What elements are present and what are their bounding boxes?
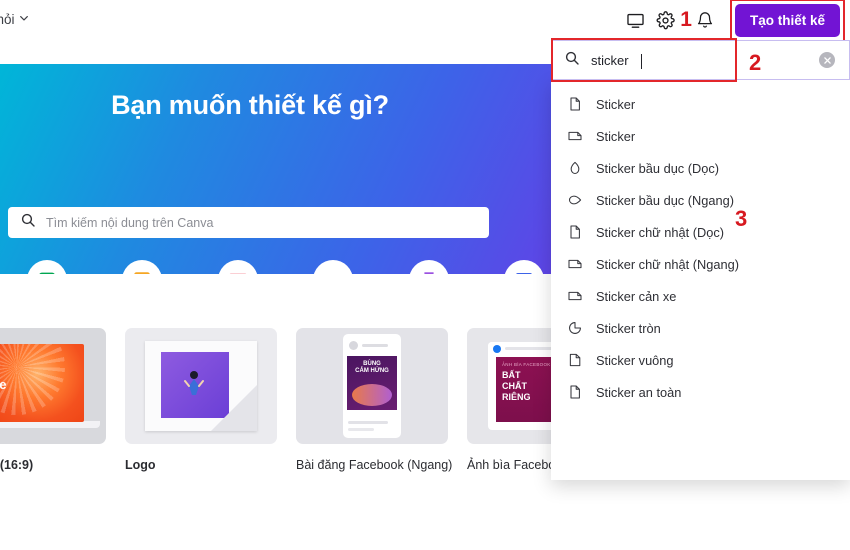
suggestion-label: Sticker	[596, 128, 636, 144]
page-portrait-icon	[566, 352, 583, 369]
oval-vertical-icon	[566, 160, 583, 177]
bell-icon[interactable]	[690, 5, 720, 35]
annotation-1: 1	[680, 7, 692, 31]
suggestion-item[interactable]: Sticker tròn	[551, 312, 850, 344]
facebook-post-thumb: BÙNG CẢM HỨNG	[296, 328, 448, 444]
oval-horizontal-icon	[566, 192, 583, 209]
template-card[interactable]: esenth ease ết trình (16:9)	[0, 328, 106, 472]
suggestion-label: Sticker an toàn	[596, 384, 682, 400]
suggestion-item[interactable]: Sticker cản xe	[551, 280, 850, 312]
browser-icon	[503, 260, 544, 274]
suggestion-label: Sticker bầu dục (Dọc)	[596, 160, 720, 176]
page-landscape-icon	[566, 128, 583, 145]
chevron-down-icon	[19, 13, 28, 22]
header-actions: 1 Tạo thiết kế	[620, 0, 850, 42]
search-input[interactable]: sticker	[551, 40, 850, 80]
text-caret	[640, 53, 642, 69]
video-icon	[313, 260, 354, 274]
help-menu-label: c hỏi	[0, 12, 15, 27]
category-whiteboard[interactable]: Whiteboard	[8, 260, 86, 274]
category-print[interactable]: In ấn	[390, 260, 468, 274]
search-suggestion-list: Sticker Sticker Sticker bầu dục (Dọc) St…	[551, 80, 850, 480]
whiteboard-icon	[27, 260, 67, 274]
canva-homepage: c hỏi 1	[0, 0, 850, 550]
suggestion-item[interactable]: Sticker vuông	[551, 344, 850, 376]
hero-search-bar[interactable]: Tìm kiếm nội dung trên Canva	[8, 207, 489, 238]
page-landscape-icon	[566, 288, 583, 305]
gear-icon[interactable]	[650, 5, 680, 35]
search-icon	[564, 50, 580, 71]
category-social[interactable]: Mạng xã hội	[199, 260, 277, 274]
create-design-highlight: Tạo thiết kế	[729, 0, 845, 42]
category-presentation[interactable]: Thuyết trình	[103, 260, 181, 274]
suggestion-item[interactable]: Sticker an toàn	[551, 376, 850, 408]
heart-bubble-icon	[217, 260, 258, 274]
suggestion-item[interactable]: Sticker chữ nhật (Ngang)	[551, 248, 850, 280]
category-video[interactable]: Video	[294, 260, 372, 274]
template-card[interactable]: Logo	[125, 328, 277, 472]
suggestion-label: Sticker chữ nhật (Ngang)	[596, 256, 739, 272]
page-landscape-icon	[566, 256, 583, 273]
search-dropdown: sticker 2 Sticker Sticker Sticker bầu dụ…	[551, 38, 850, 480]
page-portrait-icon	[566, 224, 583, 241]
annotation-2: 2	[749, 50, 762, 75]
page-portrait-icon	[566, 96, 583, 113]
template-card-label: Logo	[125, 458, 156, 472]
suggestion-label: Sticker cản xe	[596, 288, 677, 304]
app-header: c hỏi 1	[0, 0, 850, 42]
search-icon	[20, 212, 36, 233]
printer-icon	[408, 260, 449, 274]
suggestion-item[interactable]: Sticker bầu dục (Dọc)	[551, 152, 850, 184]
annotation-3: 3	[735, 206, 748, 231]
hero-search-placeholder: Tìm kiếm nội dung trên Canva	[46, 215, 214, 230]
hero-title: Bạn muốn thiết kế gì?	[111, 90, 389, 120]
presentation-icon	[122, 260, 163, 274]
presentation-thumb: esenth ease	[0, 328, 106, 444]
suggestion-label: Sticker	[596, 96, 636, 112]
search-input-value: sticker	[591, 52, 629, 68]
circle-icon	[566, 320, 583, 337]
suggestion-item[interactable]: Sticker bầu dục (Ngang)	[551, 184, 850, 216]
help-menu[interactable]: c hỏi	[0, 12, 28, 27]
category-shortcuts: Whiteboard Thuyết trình Mạng xã hội Vide…	[8, 260, 563, 274]
template-card-label: ết trình (16:9)	[0, 458, 34, 472]
monitor-icon[interactable]	[620, 5, 650, 35]
page-portrait-icon	[566, 384, 583, 401]
clear-icon[interactable]	[819, 52, 835, 68]
suggestion-item[interactable]: Sticker	[551, 120, 850, 152]
template-card[interactable]: BÙNG CẢM HỨNG Bài đăng Facebook (Ngang)	[296, 328, 453, 472]
template-card-label: Bài đăng Facebook (Ngang)	[296, 458, 453, 472]
logo-thumb	[125, 328, 277, 444]
create-design-button[interactable]: Tạo thiết kế	[734, 3, 840, 37]
suggestion-label: Sticker vuông	[596, 352, 674, 368]
suggestion-label: Sticker bầu dục (Ngang)	[596, 192, 734, 208]
suggestion-label: Sticker tròn	[596, 320, 661, 336]
suggestion-item[interactable]: Sticker chữ nhật (Dọc)	[551, 216, 850, 248]
suggestion-label: Sticker chữ nhật (Dọc)	[596, 224, 725, 240]
suggestion-item[interactable]: Sticker	[551, 88, 850, 120]
